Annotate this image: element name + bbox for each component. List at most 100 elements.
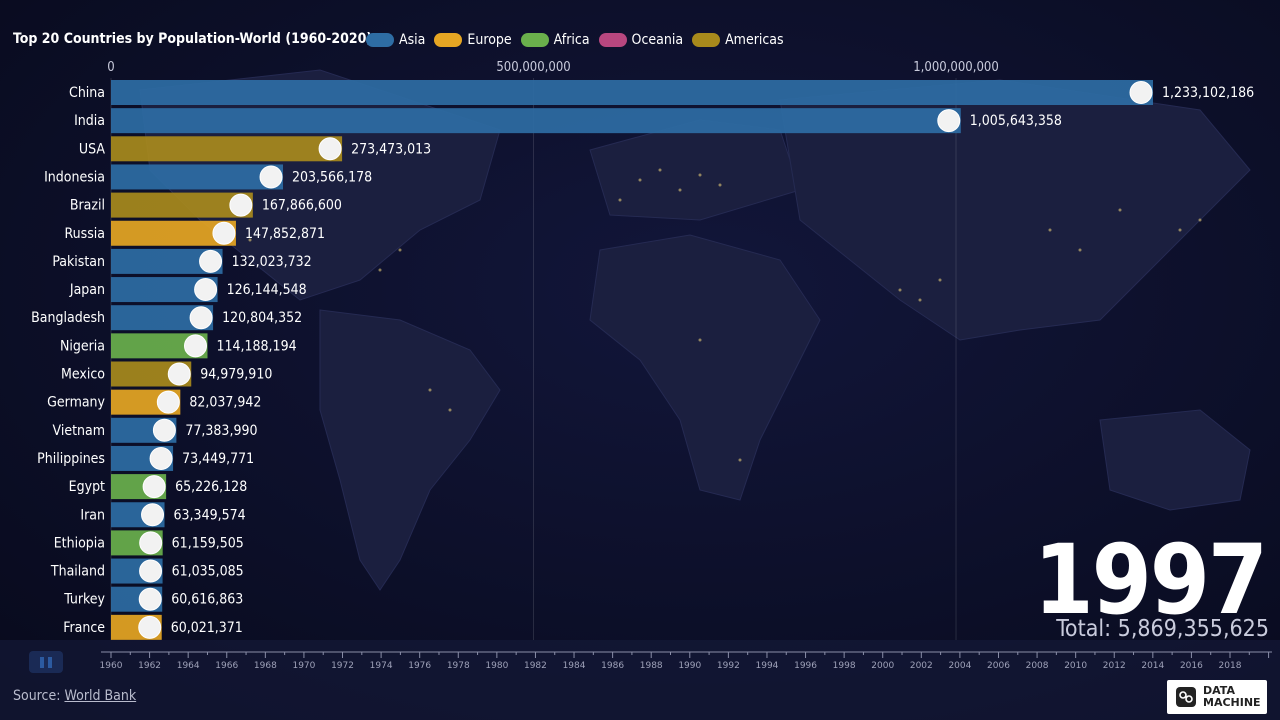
- value-label: 167,866,600: [262, 198, 342, 214]
- flag-icon: [189, 306, 213, 330]
- flag-icon: [156, 390, 180, 414]
- value-label: 132,023,732: [232, 254, 312, 270]
- pause-button[interactable]: [29, 651, 63, 673]
- country-label: China: [69, 85, 105, 101]
- flag-icon: [194, 278, 218, 302]
- value-label: 82,037,942: [189, 395, 261, 411]
- value-label: 147,852,871: [245, 226, 325, 242]
- data-machine-logo[interactable]: DATA MACHINE: [1167, 680, 1267, 714]
- source-link[interactable]: World Bank: [64, 688, 136, 704]
- timeline-label: 1988: [640, 661, 663, 671]
- brand-line-2: MACHINE: [1203, 696, 1261, 709]
- timeline-label: 1970: [292, 661, 315, 671]
- flag-icon: [139, 531, 163, 555]
- value-label: 273,473,013: [351, 141, 431, 157]
- flag-icon: [1129, 81, 1153, 104]
- value-label: 203,566,178: [292, 169, 372, 185]
- timeline-label: 2008: [1026, 661, 1049, 671]
- pause-icon-right: [48, 656, 52, 668]
- value-label: 126,144,548: [227, 282, 307, 298]
- country-label: Bangladesh: [31, 310, 105, 326]
- bar: [111, 80, 1153, 105]
- country-label: Philippines: [37, 451, 105, 467]
- flag-icon: [141, 503, 165, 527]
- timeline-label: 1972: [331, 661, 354, 671]
- source: Source: World Bank: [13, 688, 136, 704]
- country-label: Iran: [80, 507, 105, 523]
- country-label: Mexico: [61, 367, 105, 383]
- timeline-label: 2002: [910, 661, 933, 671]
- timeline-label: 2016: [1180, 661, 1203, 671]
- timeline-label: 1998: [833, 661, 856, 671]
- flag-icon: [139, 559, 163, 583]
- bar: [111, 108, 961, 134]
- country-label: India: [74, 113, 105, 129]
- timeline-label: 1986: [601, 661, 624, 671]
- timeline-label: 2010: [1064, 661, 1087, 671]
- timeline-label: 1978: [447, 661, 470, 671]
- timeline-label: 2006: [987, 661, 1010, 671]
- flag-icon: [199, 249, 223, 273]
- value-label: 77,383,990: [185, 423, 257, 439]
- country-label: USA: [79, 141, 105, 157]
- timeline-label: 1968: [254, 661, 277, 671]
- value-label: 114,188,194: [216, 338, 296, 354]
- timeline-label: 1994: [756, 661, 779, 671]
- value-label: 65,226,128: [175, 479, 247, 495]
- flag-icon: [212, 221, 236, 245]
- timeline-label: 1960: [100, 661, 123, 671]
- x-tick-label: 0: [107, 60, 114, 75]
- flag-icon: [149, 446, 173, 470]
- total-population: Total: 5,869,355,625: [1056, 616, 1269, 642]
- country-label: Turkey: [63, 592, 105, 608]
- country-label: Ethiopia: [54, 535, 105, 551]
- timeline-label: 2012: [1103, 661, 1126, 671]
- timeline-label: 1964: [177, 661, 200, 671]
- flag-icon: [138, 587, 162, 611]
- timeline-label: 1992: [717, 661, 740, 671]
- value-label: 1,233,102,186: [1162, 85, 1254, 101]
- flag-icon: [138, 615, 162, 639]
- data-machine-icon: [1176, 687, 1196, 707]
- country-label: Brazil: [70, 198, 105, 214]
- timeline-label: 2000: [871, 661, 894, 671]
- source-label: Source:: [13, 688, 61, 704]
- country-label: Egypt: [69, 479, 105, 495]
- country-label: Germany: [47, 395, 105, 411]
- country-label: Thailand: [50, 564, 105, 580]
- value-label: 1,005,643,358: [970, 113, 1062, 129]
- country-label: Japan: [69, 282, 105, 298]
- flag-icon: [259, 165, 283, 189]
- flag-icon: [183, 334, 207, 358]
- timeline-label: 1966: [215, 661, 238, 671]
- value-label: 94,979,910: [200, 367, 272, 383]
- timeline-label: 1984: [563, 661, 586, 671]
- timeline-label: 1982: [524, 661, 547, 671]
- country-label: Indonesia: [44, 169, 105, 185]
- timeline-label: 1996: [794, 661, 817, 671]
- flag-icon: [229, 193, 253, 217]
- bar: [111, 136, 343, 162]
- flag-icon: [937, 109, 961, 133]
- value-label: 120,804,352: [222, 310, 302, 326]
- country-label: Vietnam: [53, 423, 105, 439]
- value-label: 73,449,771: [182, 451, 254, 467]
- timeline-label: 1962: [138, 661, 161, 671]
- value-label: 61,035,085: [172, 564, 244, 580]
- value-label: 60,021,371: [171, 620, 243, 636]
- timeline-label: 2004: [948, 661, 971, 671]
- country-label: Pakistan: [52, 254, 105, 270]
- x-tick-label: 1,000,000,000: [913, 60, 999, 75]
- timeline-label: 1980: [485, 661, 508, 671]
- timeline-label: 1976: [408, 661, 431, 671]
- flag-icon: [318, 137, 342, 161]
- flag-icon: [142, 475, 166, 499]
- country-label: Russia: [65, 226, 105, 242]
- flag-icon: [167, 362, 191, 386]
- timeline-label: 1974: [370, 661, 393, 671]
- pause-icon-left: [40, 656, 44, 668]
- value-label: 61,159,505: [172, 535, 244, 551]
- country-label: France: [63, 620, 105, 636]
- timeline-label: 1990: [678, 661, 701, 671]
- value-label: 63,349,574: [174, 507, 246, 523]
